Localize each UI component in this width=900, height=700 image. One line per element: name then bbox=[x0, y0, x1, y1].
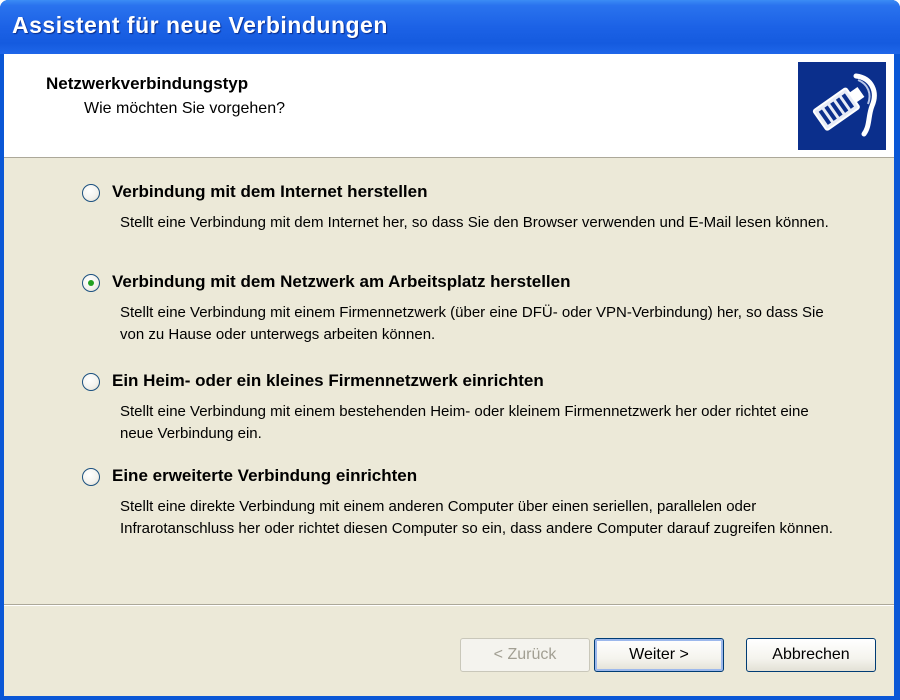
radio-home-network[interactable] bbox=[82, 373, 100, 391]
option-internet: Verbindung mit dem Internet herstellen S… bbox=[82, 182, 842, 234]
radio-label-internet[interactable]: Verbindung mit dem Internet herstellen bbox=[112, 182, 428, 202]
option-description-advanced: Stellt eine direkte Verbindung mit einem… bbox=[120, 498, 833, 537]
window-title: Assistent für neue Verbindungen bbox=[12, 12, 388, 38]
radio-label-advanced[interactable]: Eine erweiterte Verbindung einrichten bbox=[112, 466, 417, 486]
network-cable-icon bbox=[798, 62, 886, 150]
option-description-workplace: Stellt eine Verbindung mit einem Firmenn… bbox=[120, 304, 824, 343]
radio-row-home-network[interactable]: Ein Heim- oder ein kleines Firmennetzwer… bbox=[82, 371, 842, 397]
radio-workplace[interactable] bbox=[82, 274, 100, 292]
radio-row-workplace[interactable]: Verbindung mit dem Netzwerk am Arbeitspl… bbox=[82, 272, 842, 298]
option-description-internet: Stellt eine Verbindung mit dem Internet … bbox=[120, 214, 829, 231]
page-subtitle: Wie möchten Sie vorgehen? bbox=[84, 100, 285, 117]
radio-row-internet[interactable]: Verbindung mit dem Internet herstellen bbox=[82, 182, 842, 208]
radio-label-workplace[interactable]: Verbindung mit dem Netzwerk am Arbeitspl… bbox=[112, 272, 570, 292]
cancel-button[interactable]: Abbrechen bbox=[746, 638, 876, 672]
radio-label-home-network[interactable]: Ein Heim- oder ein kleines Firmennetzwer… bbox=[112, 371, 544, 391]
radio-internet[interactable] bbox=[82, 184, 100, 202]
wizard-header: Netzwerkverbindungstyp Wie möchten Sie v… bbox=[4, 54, 894, 158]
page-title: Netzwerkverbindungstyp bbox=[46, 74, 249, 93]
title-bar[interactable]: Assistent für neue Verbindungen bbox=[0, 0, 900, 54]
next-button[interactable]: Weiter > bbox=[594, 638, 724, 672]
option-description-home-network: Stellt eine Verbindung mit einem bestehe… bbox=[120, 403, 809, 442]
wizard-client-area: Netzwerkverbindungstyp Wie möchten Sie v… bbox=[4, 54, 894, 696]
wizard-window: Assistent für neue Verbindungen Netzwerk… bbox=[0, 0, 900, 700]
option-home-network: Ein Heim- oder ein kleines Firmennetzwer… bbox=[82, 371, 842, 445]
back-button[interactable]: < Zurück bbox=[460, 638, 590, 672]
option-advanced: Eine erweiterte Verbindung einrichten St… bbox=[82, 466, 842, 540]
button-separator bbox=[4, 604, 894, 606]
radio-advanced[interactable] bbox=[82, 468, 100, 486]
option-workplace: Verbindung mit dem Netzwerk am Arbeitspl… bbox=[82, 272, 842, 346]
radio-row-advanced[interactable]: Eine erweiterte Verbindung einrichten bbox=[82, 466, 842, 492]
